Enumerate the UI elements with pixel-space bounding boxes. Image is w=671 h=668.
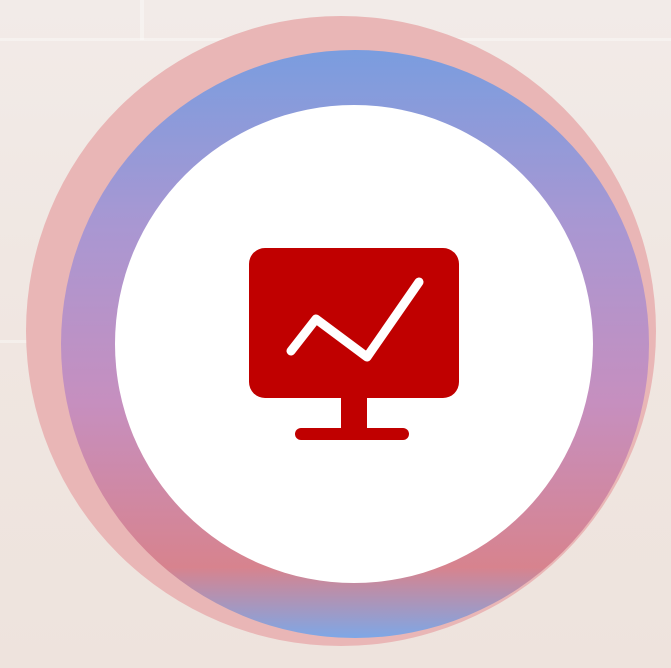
monitor-screen xyxy=(249,248,459,398)
monitor-stand-base xyxy=(295,428,409,440)
monitor-stand-neck xyxy=(341,396,367,428)
background-tile-line xyxy=(140,0,144,40)
monitor-chart-icon xyxy=(249,248,459,440)
badge-scene xyxy=(0,0,671,668)
